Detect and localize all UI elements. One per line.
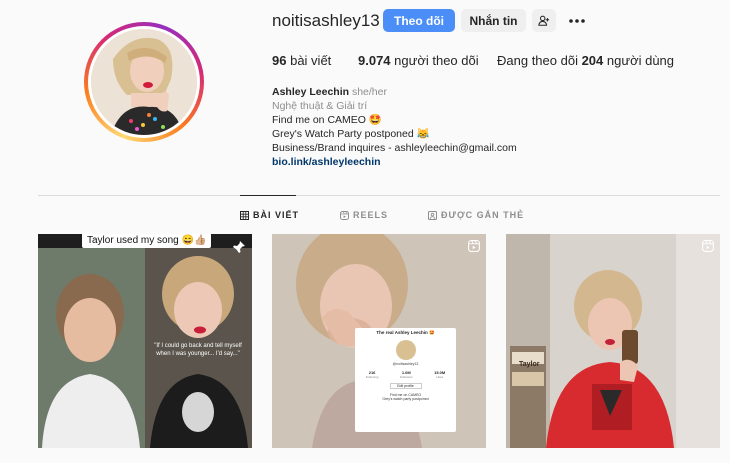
following-suffix: người dùng [606,53,675,68]
profile-username: noitisashley13 [272,11,380,30]
card-avatar [395,340,416,360]
following-stat[interactable]: Đang theo dõi 204 người dùng [497,53,674,68]
post-thumbnail[interactable]: Taylor used my song 😄👍🏼 "If I could go b… [38,234,252,448]
following-prefix: Đang theo dõi [497,53,578,68]
reels-icon [468,240,480,252]
add-user-icon [538,15,550,26]
card-stat: 216 Following [366,370,379,379]
more-options-button[interactable] [565,9,589,32]
reels-icon [340,210,349,220]
tab-posts[interactable]: BÀI VIẾT [240,210,299,220]
bio-line: Business/Brand inquires - ashleyleechin@… [272,142,517,154]
suggest-user-button[interactable] [532,9,556,32]
followers-stat[interactable]: 9.074 người theo dõi [358,53,479,68]
bio-full-name: Ashley Leechin [272,86,350,98]
posts-count-stat: 96 bài viết [272,53,331,68]
message-button[interactable]: Nhắn tin [461,9,526,32]
posts-label: bài viết [290,53,332,68]
card-stat-label: Likes [436,375,444,379]
bio-line: Grey's Watch Party postponed 😹 [272,128,430,140]
tab-tagged[interactable]: ĐƯỢC GẮN THẺ [428,210,524,220]
tab-reels-label: REELS [353,210,389,220]
more-dots-icon [569,18,585,23]
card-stat-label: Following [365,375,379,379]
post-caption-banner: Taylor used my song 😄👍🏼 [82,234,212,248]
card-title: The real Ashley Leechin 🤩 [376,330,435,335]
card-stats: 216 Following 1.0M Followers 15.0M Likes [355,370,456,379]
shirt-text: Taylor [519,361,540,368]
card-stat-label: Followers [399,375,413,379]
tab-reels[interactable]: REELS [340,210,388,220]
card-stat: 1.0M Followers [400,370,413,379]
card-handle: @noitisashley13 [392,362,419,366]
card-bio-line: Grey's watch party postponed [382,397,429,401]
followers-label: người theo dõi [394,53,479,68]
reels-icon [702,240,714,252]
profile-avatar-ring[interactable] [84,22,204,142]
tab-posts-label: BÀI VIẾT [253,210,300,220]
pin-icon [233,241,245,253]
profile-card-overlay: The real Ashley Leechin 🤩 @noitisashley1… [355,328,456,432]
card-edit-profile: Edit profile [389,383,422,389]
tabs-divider [38,195,720,196]
bio-line: Find me on CAMEO 🤩 [272,114,382,126]
bio-name-line: Ashley Leechin she/her [272,85,387,100]
avatar-photo [91,29,197,135]
bio-category: Nghệ thuật & Giải trí [272,100,368,112]
posts-count: 96 [272,53,287,68]
card-stat: 15.0M Likes [434,370,445,379]
follow-button[interactable]: Theo dõi [383,9,455,32]
bio-pronouns: she/her [351,86,387,98]
post-thumbnail[interactable]: Taylor [506,234,720,448]
tab-tagged-label: ĐƯỢC GẮN THẺ [441,210,525,220]
post-thumbnail[interactable]: The real Ashley Leechin 🤩 @noitisashley1… [272,234,486,448]
tagged-icon [428,210,437,220]
grid-icon [240,210,249,220]
bio-link[interactable]: bio.link/ashleyleechin [272,155,381,170]
avatar[interactable] [91,29,197,135]
post-overlay-text: "If I could go back and tell myself when… [154,343,242,357]
post-image [506,234,720,448]
avatar-border [88,26,200,138]
following-count: 204 [581,53,604,68]
followers-count: 9.074 [358,53,391,68]
active-tab-indicator [240,195,296,196]
post-image [38,234,252,448]
